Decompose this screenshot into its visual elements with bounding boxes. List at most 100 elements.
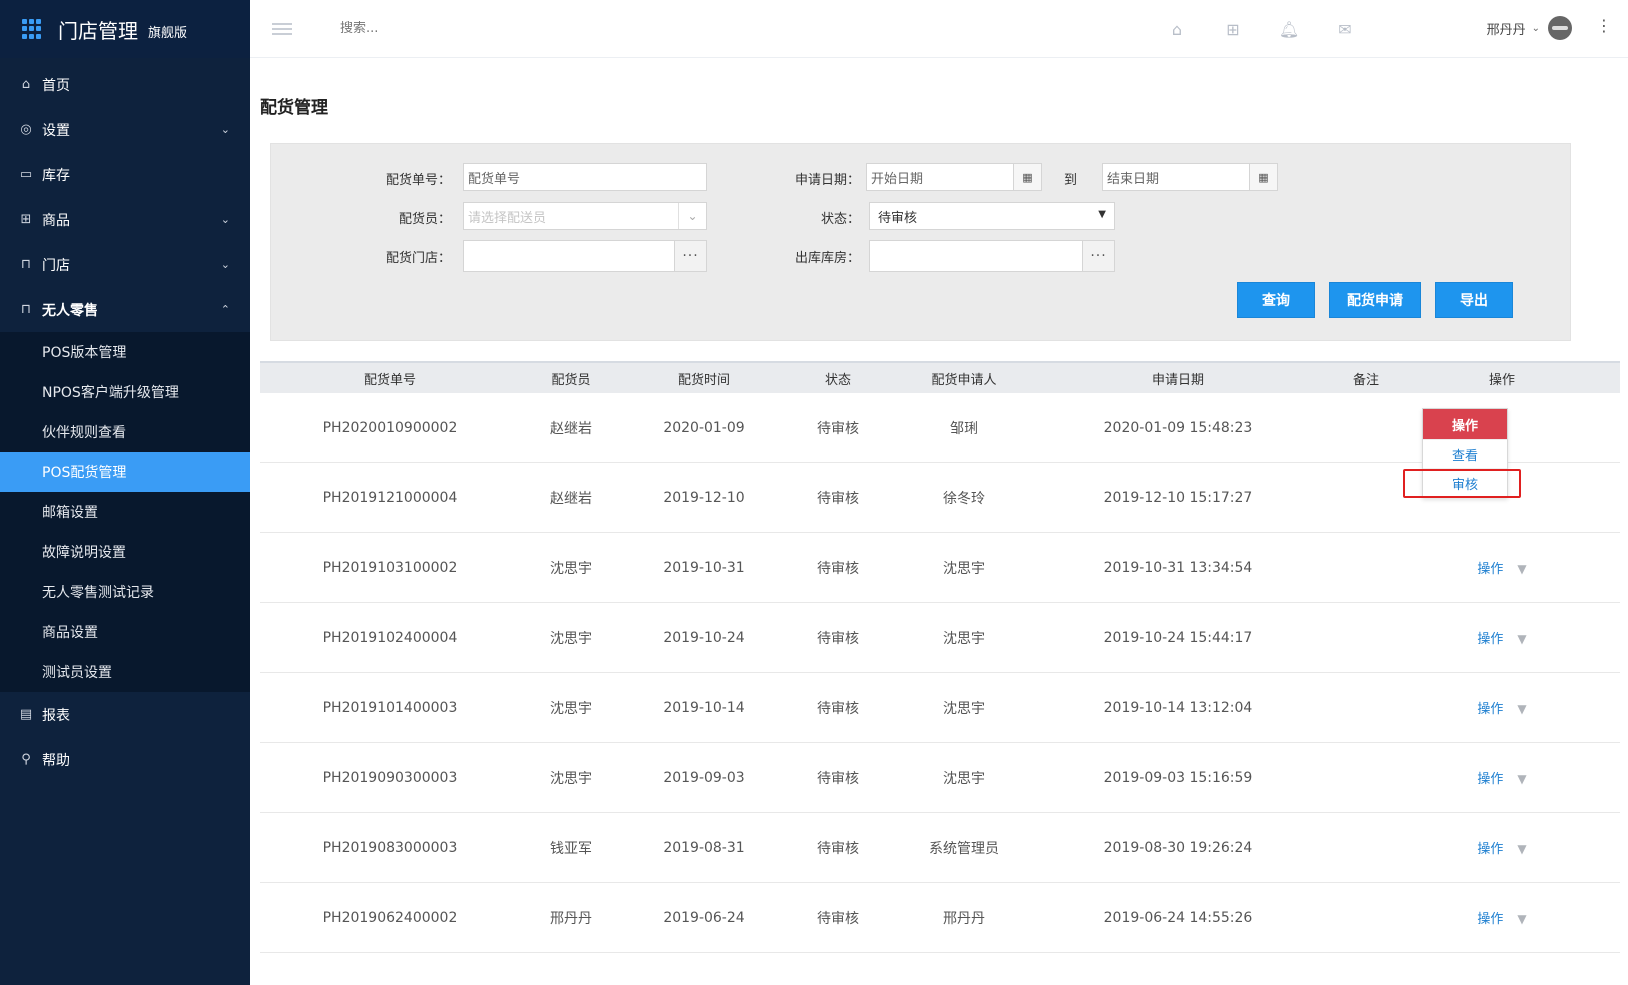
dispatcher-select[interactable]: 请选择配送员 ⌄ <box>463 202 707 230</box>
caret-down-icon[interactable]: ▼ <box>1517 702 1526 716</box>
submenu-item-pos-distribution[interactable]: POS配货管理 <box>0 452 250 492</box>
dispatch-time-cell: 2019-10-31 <box>663 559 745 576</box>
submenu-item-test-records[interactable]: 无人零售测试记录 <box>0 572 250 612</box>
apply-date-cell: 2019-08-30 19:26:24 <box>1103 839 1253 856</box>
order-no-label: 配货单号： <box>385 173 451 188</box>
submenu-item-tester-settings[interactable]: 测试员设置 <box>0 652 250 692</box>
caret-down-icon[interactable]: ▼ <box>1517 842 1526 856</box>
submenu-item-pos-version[interactable]: POS版本管理 <box>0 332 250 372</box>
status-select[interactable]: 待审核 ▼ <box>869 202 1115 230</box>
column-header[interactable]: 配货员 <box>520 369 622 388</box>
caret-down-icon[interactable]: ▼ <box>1517 562 1526 576</box>
calendar-icon[interactable]: ▦ <box>1013 164 1041 190</box>
table-row: PH2019090300003 沈思宇 2019-09-03 待审核 沈思宇 2… <box>260 743 1620 813</box>
apps-grid-icon[interactable] <box>22 19 42 39</box>
column-header[interactable]: 配货时间 <box>622 369 786 388</box>
dropdown-arrow-icon: ▼ <box>1098 209 1106 220</box>
sidebar-item-settings[interactable]: ◎ 设置 ⌄ <box>0 107 250 152</box>
distribution-table: 配货单号 配货员 配货时间 状态 配货申请人 申请日期 备注 操作 PH2020… <box>260 361 1620 953</box>
action-menu-link[interactable]: 操作 <box>1477 842 1503 857</box>
more-dots-icon[interactable]: ··· <box>674 241 706 271</box>
applicant-cell: 邢丹丹 <box>943 910 985 927</box>
dispatch-time-cell: 2019-10-14 <box>663 699 745 716</box>
header-icon-group: ⌂ ⊞ 🔔︎ ✉ <box>1164 16 1358 42</box>
action-menu-link[interactable]: 操作 <box>1477 912 1503 927</box>
caret-down-icon[interactable]: ▼ <box>1517 772 1526 786</box>
chevron-down-icon: ⌄ <box>220 123 230 136</box>
action-menu-link[interactable]: 操作 <box>1477 772 1503 787</box>
action-menu-link[interactable]: 操作 <box>1477 632 1503 647</box>
order-no-input[interactable]: 配货单号 <box>463 163 707 191</box>
sidebar-item-reports[interactable]: ▤ 报表 <box>0 692 250 737</box>
submenu-item-product-settings[interactable]: 商品设置 <box>0 612 250 652</box>
submenu-item-fault-settings[interactable]: 故障说明设置 <box>0 532 250 572</box>
status-cell: 待审核 <box>817 770 859 787</box>
brand-bar: 门店管理 旗舰版 <box>0 0 250 58</box>
chevron-up-icon: ⌃ <box>220 303 230 316</box>
sidebar-item-unmanned-retail[interactable]: ⊓ 无人零售 ⌃ <box>0 287 250 332</box>
column-header[interactable]: 配货单号 <box>260 369 520 388</box>
apps-icon[interactable]: ⊞ <box>1220 16 1246 42</box>
sidebar-item-label: 设置 <box>42 122 70 139</box>
dispatcher-placeholder: 请选择配送员 <box>468 210 547 226</box>
sidebar-item-inventory[interactable]: ▭ 库存 <box>0 152 250 197</box>
order-no-cell: PH2019101400003 <box>322 699 458 716</box>
order-no-cell: PH2019062400002 <box>322 909 458 926</box>
sidebar-item-help[interactable]: ⚲ 帮助 <box>0 737 250 782</box>
sidebar-item-label: 无人零售 <box>42 302 98 319</box>
column-header[interactable]: 备注 <box>1318 369 1414 388</box>
bell-icon[interactable]: 🔔︎ <box>1276 16 1302 42</box>
chevron-down-icon: ⌄ <box>220 213 230 226</box>
column-header[interactable]: 申请日期 <box>1038 369 1318 388</box>
calendar-icon[interactable]: ▦ <box>1249 164 1277 190</box>
sidebar-item-home[interactable]: ⌂ 首页 <box>0 62 250 107</box>
menu-toggle-icon[interactable] <box>272 20 292 38</box>
caret-down-icon[interactable]: ▼ <box>1517 632 1526 646</box>
caret-down-icon[interactable]: ▼ <box>1517 912 1526 926</box>
dispatcher-cell: 沈思宇 <box>550 560 592 577</box>
action-menu-link[interactable]: 操作 <box>1477 702 1503 717</box>
table-row: PH2019103100002 沈思宇 2019-10-31 待审核 沈思宇 2… <box>260 533 1620 603</box>
dispatcher-cell: 钱亚军 <box>550 840 592 857</box>
mail-icon[interactable]: ✉ <box>1332 16 1358 42</box>
search-input[interactable] <box>340 21 640 36</box>
column-header[interactable]: 配货申请人 <box>890 369 1038 388</box>
action-menu-link[interactable]: 操作 <box>1477 562 1503 577</box>
apply-distribution-button[interactable]: 配货申请 <box>1329 282 1421 318</box>
applicant-cell: 沈思宇 <box>943 700 985 717</box>
warehouse-picker[interactable]: ··· <box>869 240 1115 272</box>
sidebar-menu: ⌂ 首页 ◎ 设置 ⌄ ▭ 库存 ⊞ 商品 ⌄ ⊓ 门店 ⌄ ⊓ 无人零售 ⌃ … <box>0 62 250 782</box>
home-icon[interactable]: ⌂ <box>1164 16 1190 42</box>
submenu-item-npos-upgrade[interactable]: NPOS客户端升级管理 <box>0 372 250 412</box>
applicant-cell: 沈思宇 <box>943 770 985 787</box>
order-no-cell: PH2019121000004 <box>322 489 458 506</box>
status-cell: 待审核 <box>817 910 859 927</box>
store-icon: ⊓ <box>20 302 32 317</box>
top-header: ⌂ ⊞ 🔔︎ ✉ 邢丹丹 ⌄ ⋮ <box>250 0 1628 58</box>
table-row: PH2020010900002 赵继岩 2020-01-09 待审核 邹琍 20… <box>260 393 1620 463</box>
apply-date-cell: 2020-01-09 15:48:23 <box>1103 419 1253 436</box>
submenu-item-mailbox-settings[interactable]: 邮箱设置 <box>0 492 250 532</box>
applicant-cell: 邹琍 <box>950 420 978 437</box>
end-date-input[interactable]: 结束日期 ▦ <box>1102 163 1278 191</box>
user-menu[interactable]: 邢丹丹 ⌄ <box>1487 16 1572 40</box>
more-vertical-icon[interactable]: ⋮ <box>1596 16 1612 35</box>
start-date-input[interactable]: 开始日期 ▦ <box>866 163 1042 191</box>
submenu-item-partner-rules[interactable]: 伙伴规则查看 <box>0 412 250 452</box>
view-menu-item[interactable]: 查看 <box>1423 439 1507 468</box>
inventory-icon: ▭ <box>19 167 33 182</box>
action-dropdown-toggle[interactable]: 操作 <box>1423 409 1507 439</box>
sidebar-item-stores[interactable]: ⊓ 门店 ⌄ <box>0 242 250 287</box>
store-picker[interactable]: ··· <box>463 240 707 272</box>
sidebar-item-products[interactable]: ⊞ 商品 ⌄ <box>0 197 250 242</box>
export-button[interactable]: 导出 <box>1435 282 1513 318</box>
query-button[interactable]: 查询 <box>1237 282 1315 318</box>
date-range-to-label: 到 <box>1063 173 1077 188</box>
column-header[interactable]: 状态 <box>786 369 890 388</box>
more-dots-icon[interactable]: ··· <box>1082 241 1114 271</box>
apply-date-cell: 2019-10-14 13:12:04 <box>1103 699 1253 716</box>
dispatch-time-cell: 2019-06-24 <box>663 909 745 926</box>
column-header[interactable]: 操作 <box>1414 369 1590 388</box>
sidebar-item-label: 首页 <box>42 77 70 94</box>
report-icon: ▤ <box>19 707 33 722</box>
